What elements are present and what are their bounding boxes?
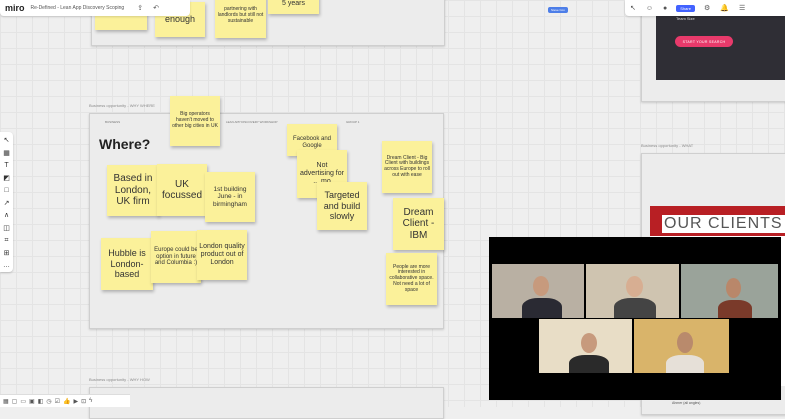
- screen-icon[interactable]: ▣: [29, 398, 35, 405]
- comment-icon[interactable]: ◧: [38, 398, 44, 405]
- left-toolbar: ↖ ▦ T ◩ □ ↗ ∧ ◫ ⌗ ⊞ …: [0, 132, 13, 272]
- frame-label: Business opportunity - WHAT: [641, 143, 694, 148]
- sticky-note[interactable]: Hubble is London-based: [101, 238, 153, 290]
- sticky-note[interactable]: Big operators haven't moved to other big…: [170, 96, 220, 146]
- sticky-note-tool-icon[interactable]: ◩: [3, 173, 10, 186]
- frame-header-mid: LEAN APP DISCOVERY WORKSHOP: [226, 120, 278, 124]
- undo-icon[interactable]: ↶: [153, 4, 159, 12]
- select-tool-icon[interactable]: ↖: [4, 135, 10, 148]
- export-icon[interactable]: ⇪: [137, 4, 143, 12]
- board-title[interactable]: Re-Defined - Lean App Discovery Scoping: [31, 5, 125, 11]
- pen-tool-icon[interactable]: ∧: [4, 210, 9, 223]
- participant-head: [626, 276, 643, 297]
- vote-icon[interactable]: ☑: [55, 398, 60, 405]
- sticky-note[interactable]: partnering with landlords but still not …: [215, 0, 266, 38]
- video-footer-text: Ahmer (all angles): [672, 401, 701, 405]
- line-tool-icon[interactable]: ↗: [4, 198, 10, 211]
- participant-body: [718, 300, 752, 318]
- clients-title: OUR CLIENTS: [662, 215, 785, 233]
- share-button[interactable]: Share: [676, 4, 695, 12]
- sticky-note[interactable]: UK focussed: [157, 164, 207, 216]
- sticky-note[interactable]: Based in London, UK firm: [107, 165, 159, 216]
- crop-tool-icon[interactable]: ⌗: [5, 235, 9, 248]
- bottom-toolbar: ▦ ▢ ▭ ▣ ◧ ◷ ☑ 👍 ▶ ⊡ ϟ: [0, 394, 130, 407]
- miro-logo[interactable]: miro: [5, 3, 25, 13]
- participant-head: [581, 333, 597, 353]
- sticky-note[interactable]: Dream Client - Big Client with buildings…: [382, 141, 432, 193]
- participant-tile[interactable]: [681, 264, 778, 318]
- participant-head: [677, 332, 693, 353]
- sticky-note[interactable]: Dream Client - IBM: [393, 198, 444, 250]
- video-icon[interactable]: ▶: [73, 398, 78, 405]
- shape-tool-icon[interactable]: □: [4, 185, 8, 198]
- frame-header-left: BUSINESS: [105, 120, 121, 124]
- board-topbar: miro Re-Defined - Lean App Discovery Sco…: [0, 0, 190, 16]
- timer-icon[interactable]: ◷: [46, 398, 51, 405]
- menu-icon[interactable]: ☰: [739, 4, 745, 12]
- sticky-note[interactable]: People are more interested in collaborat…: [386, 253, 437, 305]
- participant-body: [666, 355, 704, 373]
- lightning-icon[interactable]: ϟ: [89, 398, 92, 404]
- notifications-icon[interactable]: 🔔: [720, 4, 729, 12]
- collab-topbar: ↖ ☺ ● Share ⚙ 🔔 ☰: [625, 0, 785, 16]
- reaction-icon[interactable]: ☺: [646, 5, 653, 12]
- video-call-window[interactable]: [489, 237, 781, 400]
- sticky-note[interactable]: London quality product out of London: [197, 230, 247, 280]
- participant-tile[interactable]: [539, 319, 632, 373]
- text-tool-icon[interactable]: T: [4, 160, 8, 173]
- sticky-note[interactable]: 1st building June - in birmingham: [205, 172, 255, 222]
- participant-head: [726, 278, 741, 298]
- frame-tool-icon[interactable]: ▦: [3, 148, 10, 161]
- frame-header-right: GROUP 1: [346, 120, 360, 124]
- more-tools-icon[interactable]: …: [3, 260, 10, 273]
- participant-head: [533, 276, 549, 296]
- like-icon[interactable]: 👍: [63, 398, 70, 405]
- sticky-note[interactable]: Targeted and build slowly: [317, 182, 367, 230]
- sticky-note[interactable]: Europe could be option in future and Col…: [151, 231, 201, 283]
- frames-icon[interactable]: ▢: [12, 398, 18, 405]
- frame-title: Where?: [99, 136, 151, 152]
- participant-body: [522, 298, 562, 318]
- frame-label: Business opportunity - WHY HOW: [89, 377, 150, 382]
- grid-icon[interactable]: ▦: [3, 398, 9, 405]
- participant-tile[interactable]: [634, 319, 729, 373]
- comment-tool-icon[interactable]: ◫: [3, 223, 10, 236]
- participant-body: [614, 298, 656, 318]
- frame-label: Business opportunity - WHY WHERE: [89, 103, 155, 108]
- participant-tile[interactable]: [586, 264, 679, 318]
- settings-icon[interactable]: ⚙: [704, 4, 710, 12]
- present-icon[interactable]: ⊡: [81, 398, 86, 405]
- cursor-icon[interactable]: ↖: [630, 4, 636, 12]
- frame-bottom[interactable]: [89, 387, 444, 419]
- team-size-label: Team Size: [676, 16, 695, 21]
- upload-tool-icon[interactable]: ⊞: [4, 248, 10, 261]
- participant-tile[interactable]: [492, 264, 584, 318]
- user-cursor-chip: Steve Cox: [548, 7, 568, 13]
- sticky-note[interactable]: 5 years: [268, 0, 319, 14]
- start-search-button: START YOUR SEARCH: [675, 36, 733, 47]
- chat-icon[interactable]: ▭: [20, 398, 26, 405]
- participant-body: [569, 355, 609, 373]
- avatar[interactable]: ●: [663, 5, 667, 12]
